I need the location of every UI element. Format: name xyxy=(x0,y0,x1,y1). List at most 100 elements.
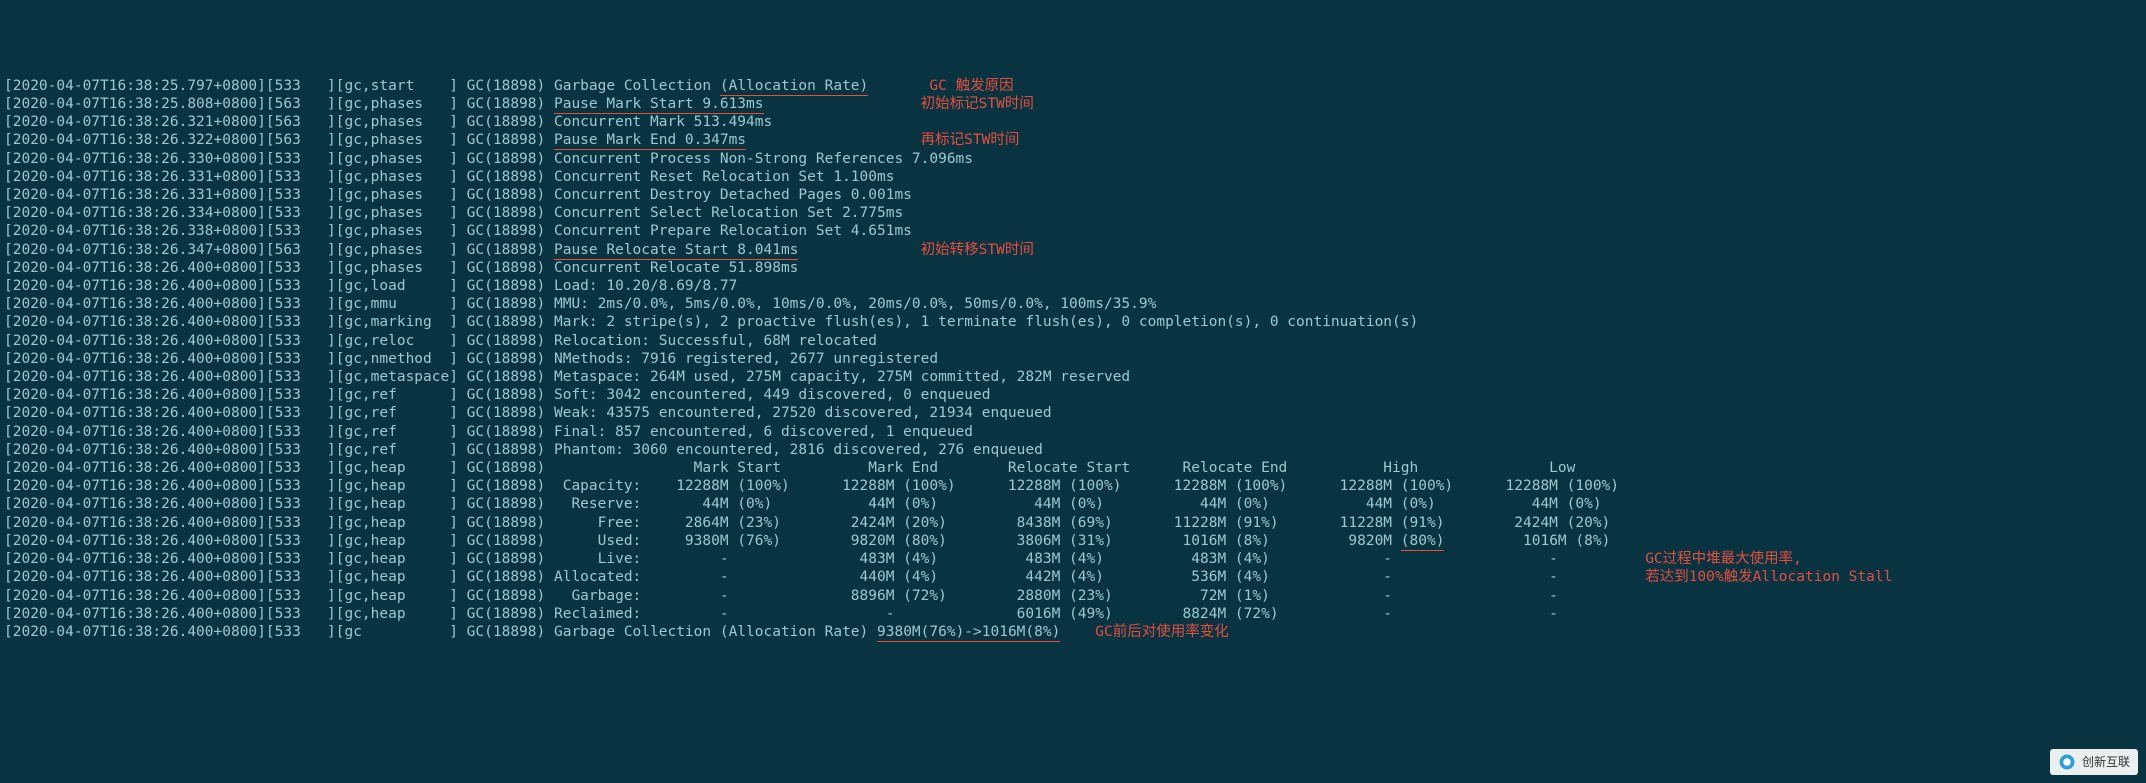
log-text: Reclaimed: - - 6016M (49%) 8824M (72%) -… xyxy=(554,606,1558,622)
gc-id: GC(18898) xyxy=(458,132,554,148)
log-line: [2020-04-07T16:38:26.400+0800][533 ][gc,… xyxy=(4,368,2142,386)
log-timestamp: [2020-04-07T16:38:26.400+0800][533 ] xyxy=(4,424,336,440)
gc-id: GC(18898) xyxy=(458,387,554,403)
gc-id: GC(18898) xyxy=(458,278,554,294)
gc-id: GC(18898) xyxy=(458,588,554,604)
log-timestamp: [2020-04-07T16:38:26.400+0800][533 ] xyxy=(4,515,336,531)
log-timestamp: [2020-04-07T16:38:26.400+0800][533 ] xyxy=(4,278,336,294)
log-tag: [gc,heap ] xyxy=(336,496,458,512)
annotation: GC前后对使用率变化 xyxy=(1060,624,1228,640)
highlighted-value: 9380M(76%)->1016M(8%) xyxy=(877,624,1060,642)
log-tag: [gc,phases ] xyxy=(336,132,458,148)
log-tag: [gc ] xyxy=(336,624,458,640)
log-line: [2020-04-07T16:38:26.400+0800][533 ][gc,… xyxy=(4,459,2142,477)
log-text: Concurrent Select Relocation Set 2.775ms xyxy=(554,205,903,221)
log-timestamp: [2020-04-07T16:38:26.400+0800][533 ] xyxy=(4,369,336,385)
log-tag: [gc,heap ] xyxy=(336,569,458,585)
log-timestamp: [2020-04-07T16:38:26.400+0800][533 ] xyxy=(4,551,336,567)
log-timestamp: [2020-04-07T16:38:26.338+0800][533 ] xyxy=(4,223,336,239)
log-tag: [gc,mmu ] xyxy=(336,296,458,312)
log-line: [2020-04-07T16:38:26.400+0800][533 ][gc,… xyxy=(4,550,2142,568)
gc-id: GC(18898) xyxy=(458,223,554,239)
gc-id: GC(18898) xyxy=(458,515,554,531)
gc-id: GC(18898) xyxy=(458,405,554,421)
log-timestamp: [2020-04-07T16:38:26.330+0800][533 ] xyxy=(4,151,336,167)
gc-id: GC(18898) xyxy=(458,78,554,94)
log-timestamp: [2020-04-07T16:38:26.400+0800][533 ] xyxy=(4,606,336,622)
log-text: Mark: 2 stripe(s), 2 proactive flush(es)… xyxy=(554,314,1418,330)
log-line: [2020-04-07T16:38:26.400+0800][533 ][gc,… xyxy=(4,441,2142,459)
gc-id: GC(18898) xyxy=(458,533,554,549)
gc-id: GC(18898) xyxy=(458,460,554,476)
log-tag: [gc,phases ] xyxy=(336,187,458,203)
log-tag: [gc,heap ] xyxy=(336,606,458,622)
log-text: Load: 10.20/8.69/8.77 xyxy=(554,278,737,294)
log-line: [2020-04-07T16:38:26.400+0800][533 ][gc,… xyxy=(4,277,2142,295)
gc-id: GC(18898) xyxy=(458,624,554,640)
log-text: Capacity: 12288M (100%) 12288M (100%) 12… xyxy=(554,478,1619,494)
log-timestamp: [2020-04-07T16:38:26.331+0800][533 ] xyxy=(4,187,336,203)
log-tag: [gc,heap ] xyxy=(336,460,458,476)
log-timestamp: [2020-04-07T16:38:26.400+0800][533 ] xyxy=(4,351,336,367)
log-text: Metaspace: 264M used, 275M capacity, 275… xyxy=(554,369,1130,385)
log-timestamp: [2020-04-07T16:38:26.400+0800][533 ] xyxy=(4,496,336,512)
log-line: [2020-04-07T16:38:26.330+0800][533 ][gc,… xyxy=(4,150,2142,168)
annotation: 初始转移STW时间 xyxy=(798,242,1033,258)
log-timestamp: [2020-04-07T16:38:26.400+0800][533 ] xyxy=(4,296,336,312)
log-timestamp: [2020-04-07T16:38:26.400+0800][533 ] xyxy=(4,624,336,640)
log-line: [2020-04-07T16:38:26.400+0800][533 ][gc,… xyxy=(4,295,2142,313)
log-text: Soft: 3042 encountered, 449 discovered, … xyxy=(554,387,991,403)
log-text: Concurrent Reset Relocation Set 1.100ms xyxy=(554,169,894,185)
highlighted-value: Pause Mark End 0.347ms xyxy=(554,132,746,150)
log-line: [2020-04-07T16:38:26.400+0800][533 ][gc,… xyxy=(4,404,2142,422)
log-tag: [gc,ref ] xyxy=(336,405,458,421)
gc-id: GC(18898) xyxy=(458,424,554,440)
annotation: 再标记STW时间 xyxy=(746,132,1019,148)
log-text: Mark Start Mark End Relocate Start Reloc… xyxy=(554,460,1575,476)
log-line: [2020-04-07T16:38:26.338+0800][533 ][gc,… xyxy=(4,222,2142,240)
log-text: NMethods: 7916 registered, 2677 unregist… xyxy=(554,351,938,367)
log-tag: [gc,phases ] xyxy=(336,205,458,221)
log-timestamp: [2020-04-07T16:38:26.347+0800][563 ] xyxy=(4,242,336,258)
log-tag: [gc,ref ] xyxy=(336,442,458,458)
log-text: Concurrent Process Non-Strong References… xyxy=(554,151,973,167)
log-tag: [gc,heap ] xyxy=(336,533,458,549)
gc-log-output: [2020-04-07T16:38:25.797+0800][533 ][gc,… xyxy=(4,77,2142,641)
log-line: [2020-04-07T16:38:26.400+0800][533 ][gc,… xyxy=(4,350,2142,368)
log-line: [2020-04-07T16:38:26.400+0800][533 ][gc,… xyxy=(4,332,2142,350)
log-timestamp: [2020-04-07T16:38:26.400+0800][533 ] xyxy=(4,314,336,330)
log-text: Final: 857 encountered, 6 discovered, 1 … xyxy=(554,424,973,440)
log-tag: [gc,load ] xyxy=(336,278,458,294)
log-timestamp: [2020-04-07T16:38:26.400+0800][533 ] xyxy=(4,569,336,585)
log-tag: [gc,phases ] xyxy=(336,96,458,112)
log-line: [2020-04-07T16:38:26.400+0800][533 ][gc,… xyxy=(4,477,2142,495)
log-timestamp: [2020-04-07T16:38:26.400+0800][533 ] xyxy=(4,405,336,421)
log-line: [2020-04-07T16:38:26.400+0800][533 ][gc,… xyxy=(4,605,2142,623)
log-tag: [gc,phases ] xyxy=(336,151,458,167)
log-timestamp: [2020-04-07T16:38:26.321+0800][563 ] xyxy=(4,114,336,130)
log-line: [2020-04-07T16:38:25.797+0800][533 ][gc,… xyxy=(4,77,2142,95)
log-tag: [gc,phases ] xyxy=(336,223,458,239)
gc-id: GC(18898) xyxy=(458,242,554,258)
log-text: Phantom: 3060 encountered, 2816 discover… xyxy=(554,442,1043,458)
log-line: [2020-04-07T16:38:26.400+0800][533 ][gc,… xyxy=(4,313,2142,331)
highlighted-value: (Allocation Rate) xyxy=(720,78,868,96)
log-line: [2020-04-07T16:38:26.400+0800][533 ][gc,… xyxy=(4,495,2142,513)
log-timestamp: [2020-04-07T16:38:25.797+0800][533 ] xyxy=(4,78,336,94)
watermark-badge: 创新互联 xyxy=(2050,749,2138,775)
highlighted-value: (80%) xyxy=(1401,533,1445,551)
log-tag: [gc,metaspace] xyxy=(336,369,458,385)
log-text: Allocated: - 440M (4%) 442M (4%) 536M (4… xyxy=(554,569,1558,585)
highlighted-value: Pause Relocate Start 8.041ms xyxy=(554,242,798,260)
log-line: [2020-04-07T16:38:26.321+0800][563 ][gc,… xyxy=(4,113,2142,131)
log-text: Concurrent Relocate 51.898ms xyxy=(554,260,798,276)
gc-id: GC(18898) xyxy=(458,569,554,585)
gc-id: GC(18898) xyxy=(458,478,554,494)
log-timestamp: [2020-04-07T16:38:26.400+0800][533 ] xyxy=(4,478,336,494)
gc-id: GC(18898) xyxy=(458,169,554,185)
gc-id: GC(18898) xyxy=(458,187,554,203)
log-tag: [gc,marking ] xyxy=(336,314,458,330)
log-line: [2020-04-07T16:38:26.347+0800][563 ][gc,… xyxy=(4,241,2142,259)
log-line: [2020-04-07T16:38:26.334+0800][533 ][gc,… xyxy=(4,204,2142,222)
gc-id: GC(18898) xyxy=(458,496,554,512)
